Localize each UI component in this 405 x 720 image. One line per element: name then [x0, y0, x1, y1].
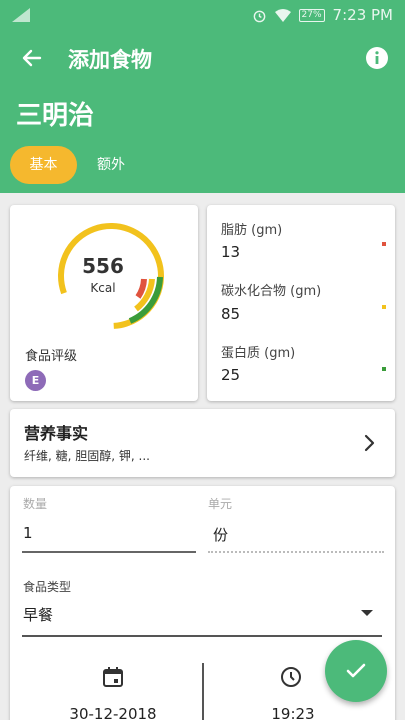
quantity-underline — [22, 551, 196, 553]
carbs-value: 85 — [221, 305, 241, 323]
quantity-label: 数量 — [23, 497, 48, 511]
fat-label: 脂肪 (gm) — [221, 223, 283, 238]
back-arrow-icon[interactable] — [20, 46, 44, 70]
calorie-value: 556 — [82, 254, 124, 278]
unit-underline — [208, 551, 384, 553]
app-bar: 添加食物 — [0, 30, 405, 86]
signal-icon — [12, 8, 30, 22]
chevron-right-icon — [364, 434, 375, 452]
food-grade-badge: E — [25, 370, 46, 391]
wifi-icon — [274, 8, 291, 22]
food-rating-label: 食品评级 — [25, 349, 78, 364]
battery-indicator: 27% — [298, 8, 325, 22]
alarm-icon — [253, 10, 265, 22]
tab-basic[interactable]: 基本 — [10, 146, 77, 184]
fat-value: 13 — [221, 243, 241, 261]
tab-extra[interactable]: 额外 — [83, 146, 139, 184]
clock-icon[interactable] — [280, 666, 302, 688]
nutrition-facts-subtitle: 纤维, 糖, 胆固醇, 钾, ... — [24, 449, 150, 463]
info-icon[interactable] — [365, 46, 389, 70]
macros-card: 脂肪 (gm) 13 碳水化合物 (gm) 85 蛋白质 (gm) 25 — [207, 205, 395, 401]
calorie-unit: Kcal — [90, 281, 116, 295]
food-type-underline — [22, 635, 382, 637]
food-name: 三明治 — [16, 101, 95, 131]
time-field[interactable]: 19:23 — [258, 705, 328, 720]
status-bar: 27% 7:23 PM — [0, 0, 405, 30]
fat-color-dot — [382, 242, 386, 246]
food-type-label: 食品类型 — [23, 580, 72, 594]
date-field[interactable]: 30-12-2018 — [68, 705, 158, 720]
unit-label: 单元 — [208, 497, 233, 511]
unit-field[interactable]: 份 — [213, 524, 228, 545]
carbs-color-dot — [382, 305, 386, 309]
clock-time: 7:23 PM — [332, 6, 393, 24]
protein-label: 蛋白质 (gm) — [221, 346, 296, 361]
protein-value: 25 — [221, 366, 241, 384]
nutrition-facts-title: 营养事实 — [24, 424, 89, 443]
header: 27% 7:23 PM 添加食物 三明治 基本 额外 — [0, 0, 405, 193]
date-time-divider — [202, 663, 204, 720]
dropdown-arrow-icon[interactable] — [361, 610, 373, 616]
check-icon — [346, 663, 366, 678]
page-title: 添加食物 — [68, 48, 152, 72]
quantity-input[interactable]: 1 — [23, 524, 33, 542]
calendar-icon[interactable] — [102, 666, 124, 688]
protein-color-dot — [382, 367, 386, 371]
food-type-select[interactable]: 早餐 — [23, 604, 53, 625]
nutrition-facts-row[interactable]: 营养事实 纤维, 糖, 胆固醇, 钾, ... — [10, 409, 395, 477]
carbs-label: 碳水化合物 (gm) — [221, 284, 322, 299]
calorie-card: 556 Kcal 食品评级 E — [10, 205, 198, 401]
confirm-button[interactable] — [325, 640, 387, 702]
